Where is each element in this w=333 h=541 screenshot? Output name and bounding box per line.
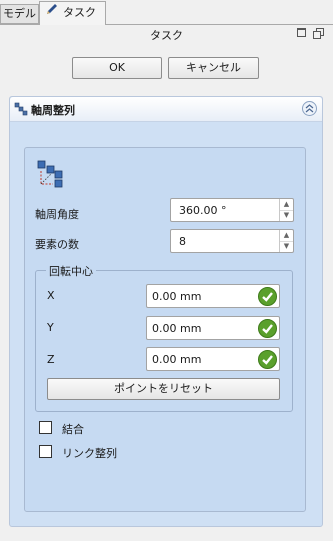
panel-title: タスク — [150, 29, 183, 42]
tab-task[interactable]: タスク — [39, 1, 106, 25]
tab-task-label: タスク — [63, 6, 96, 19]
polar-pattern-section: 軸周整列 軸周角度 360.00 ° ▲ ▼ 要素の数 8 ▲ ▼ 回転中心 X… — [9, 96, 323, 527]
cancel-button[interactable]: キャンセル — [168, 57, 259, 79]
spin-down-icon[interactable]: ▼ — [280, 241, 293, 252]
ok-button[interactable]: OK — [72, 57, 162, 79]
polar-pattern-icon — [14, 102, 28, 116]
y-label: Y — [47, 321, 54, 334]
rotation-center-title: 回転中心 — [46, 263, 96, 279]
count-label: 要素の数 — [35, 238, 79, 251]
float-icon[interactable] — [297, 28, 306, 37]
angle-value: 360.00 ° — [179, 204, 227, 217]
valid-check-icon — [258, 350, 277, 369]
title-buttons — [297, 28, 327, 40]
combine-label: 結合 — [62, 423, 84, 436]
x-field[interactable]: 0.00 mm — [146, 284, 280, 308]
section-body: 軸周角度 360.00 ° ▲ ▼ 要素の数 8 ▲ ▼ 回転中心 X 0.00… — [24, 147, 306, 512]
undock-icon[interactable] — [313, 28, 324, 39]
count-spinbox[interactable]: 8 ▲ ▼ — [170, 229, 294, 253]
z-value: 0.00 mm — [152, 353, 202, 366]
tab-model-label: モデル — [3, 7, 36, 20]
section-header[interactable]: 軸周整列 — [10, 97, 322, 122]
tab-model[interactable]: モデル — [0, 4, 39, 24]
valid-check-icon — [258, 319, 277, 338]
y-field[interactable]: 0.00 mm — [146, 316, 280, 340]
link-array-label: リンク整列 — [62, 447, 117, 460]
x-label: X — [47, 289, 55, 302]
x-value: 0.00 mm — [152, 290, 202, 303]
collapse-icon[interactable] — [302, 101, 317, 116]
link-array-checkbox[interactable] — [39, 445, 52, 458]
z-label: Z — [47, 353, 55, 366]
tab-bar: モデル タスク — [0, 0, 333, 25]
angle-spinbox[interactable]: 360.00 ° ▲ ▼ — [170, 198, 294, 222]
y-value: 0.00 mm — [152, 322, 202, 335]
rotation-center-group: 回転中心 X 0.00 mm Y 0.00 mm Z 0.00 mm ポイントを… — [35, 263, 293, 412]
valid-check-icon — [258, 287, 277, 306]
z-field[interactable]: 0.00 mm — [146, 347, 280, 371]
section-title: 軸周整列 — [31, 104, 75, 117]
count-value: 8 — [179, 235, 186, 248]
pencil-icon — [45, 2, 59, 24]
polar-array-icon — [37, 160, 65, 188]
angle-label: 軸周角度 — [35, 208, 79, 221]
combine-checkbox[interactable] — [39, 421, 52, 434]
reset-point-button[interactable]: ポイントをリセット — [47, 378, 280, 400]
spin-down-icon[interactable]: ▼ — [280, 210, 293, 221]
